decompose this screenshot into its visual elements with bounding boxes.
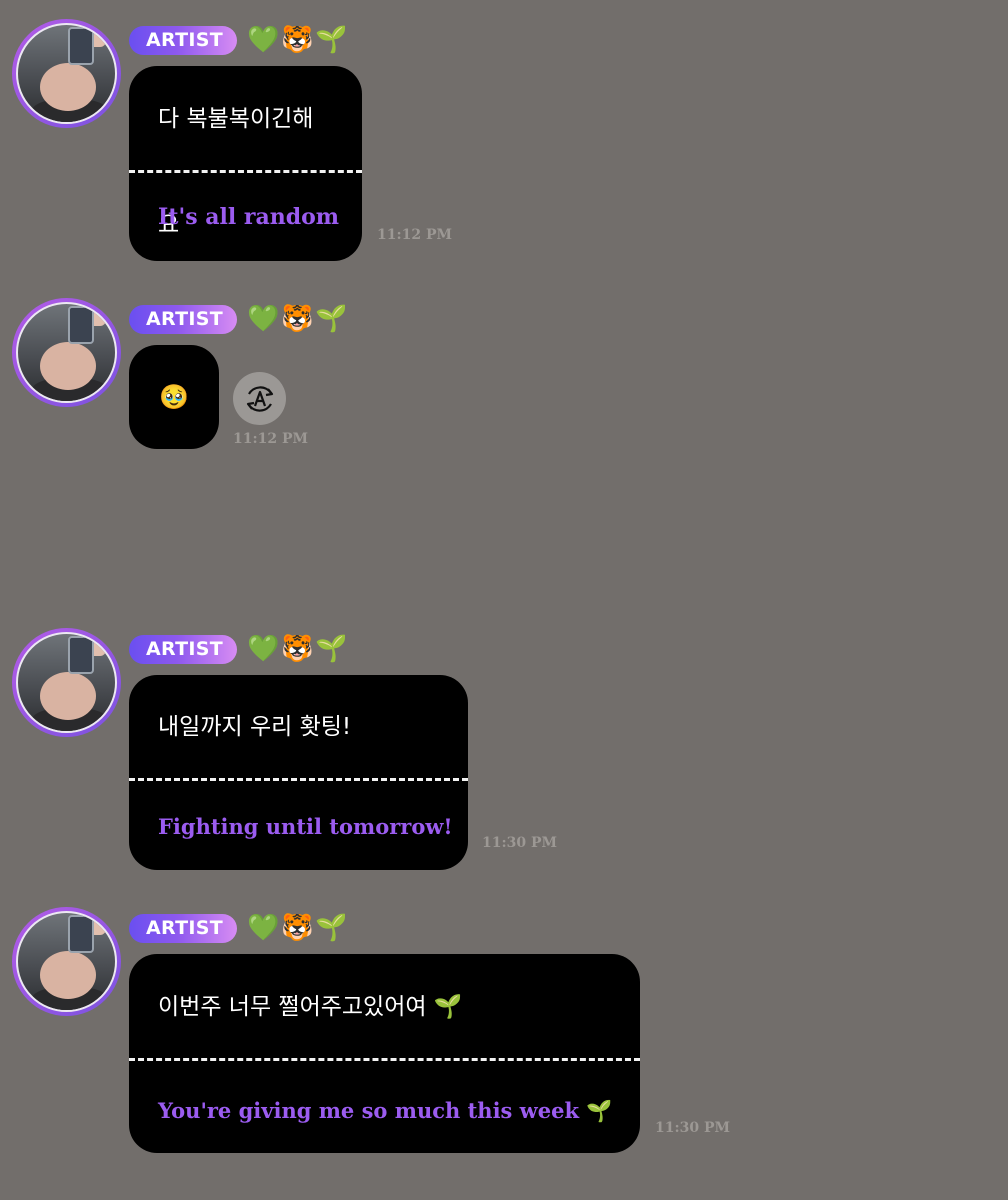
tiger-icon: 🐯 xyxy=(280,25,314,55)
avatar[interactable] xyxy=(12,628,121,737)
emoji-tags: 💚 🐯 🌱 xyxy=(247,913,347,943)
green-heart-icon: 💚 xyxy=(246,25,280,55)
timestamp: 11:12 PM xyxy=(377,227,453,243)
original-text: 다 복불복이긴해요 xyxy=(158,106,314,238)
translated-text: Fighting until tomorrow! xyxy=(158,814,453,839)
artist-badge: ARTIST xyxy=(129,25,237,55)
tiger-icon: 🐯 xyxy=(280,634,314,664)
avatar-photo xyxy=(16,302,117,403)
original-text: 내일까지 우리 홧팅! xyxy=(158,714,352,740)
translate-icon xyxy=(246,385,273,412)
message-bubble[interactable]: 이번주 너무 쩔어주고있어여 🌱 You're giving me so muc… xyxy=(129,954,640,1153)
message-header: ARTIST 💚 🐯 🌱 xyxy=(129,303,347,335)
avatar[interactable] xyxy=(12,19,121,128)
tiger-icon: 🐯 xyxy=(280,913,314,943)
artist-badge: ARTIST xyxy=(129,634,237,664)
message-header: ARTIST 💚 🐯 🌱 xyxy=(129,24,347,56)
green-heart-icon: 💚 xyxy=(246,913,280,943)
message-header: ARTIST 💚 🐯 🌱 xyxy=(129,633,347,665)
tiger-icon: 🐯 xyxy=(280,304,314,334)
avatar-photo xyxy=(16,911,117,1012)
avatar[interactable] xyxy=(12,298,121,407)
message-bubble[interactable]: 내일까지 우리 홧팅! Fighting until tomorrow! xyxy=(129,675,468,870)
timestamp: 11:30 PM xyxy=(655,1120,731,1136)
timestamp: 11:12 PM xyxy=(233,431,309,447)
translated-text: You're giving me so much this week 🌱 xyxy=(158,1098,613,1123)
original-text: 이번주 너무 쩔어주고있어여 🌱 xyxy=(158,994,463,1020)
emoji-tags: 💚 🐯 🌱 xyxy=(247,25,347,55)
emoji-tags: 💚 🐯 🌱 xyxy=(247,634,347,664)
green-heart-icon: 💚 xyxy=(246,634,280,664)
pleading-face-icon: 🥹 xyxy=(159,383,189,411)
avatar-photo xyxy=(16,23,117,124)
seedling-icon: 🌱 xyxy=(314,304,348,334)
artist-badge: ARTIST xyxy=(129,913,237,943)
seedling-icon: 🌱 xyxy=(314,634,348,664)
translate-button[interactable] xyxy=(233,372,286,425)
artist-badge: ARTIST xyxy=(129,304,237,334)
translated-text: It's all random xyxy=(158,204,340,230)
green-heart-icon: 💚 xyxy=(246,304,280,334)
avatar[interactable] xyxy=(12,907,121,1016)
message-bubble[interactable]: 다 복불복이긴해요 It's all random xyxy=(129,66,362,261)
message-bubble[interactable]: 🥹 xyxy=(129,345,219,449)
timestamp: 11:30 PM xyxy=(482,835,558,851)
seedling-icon: 🌱 xyxy=(314,25,348,55)
seedling-icon: 🌱 xyxy=(314,913,348,943)
avatar-photo xyxy=(16,632,117,733)
emoji-tags: 💚 🐯 🌱 xyxy=(247,304,347,334)
message-header: ARTIST 💚 🐯 🌱 xyxy=(129,912,347,944)
